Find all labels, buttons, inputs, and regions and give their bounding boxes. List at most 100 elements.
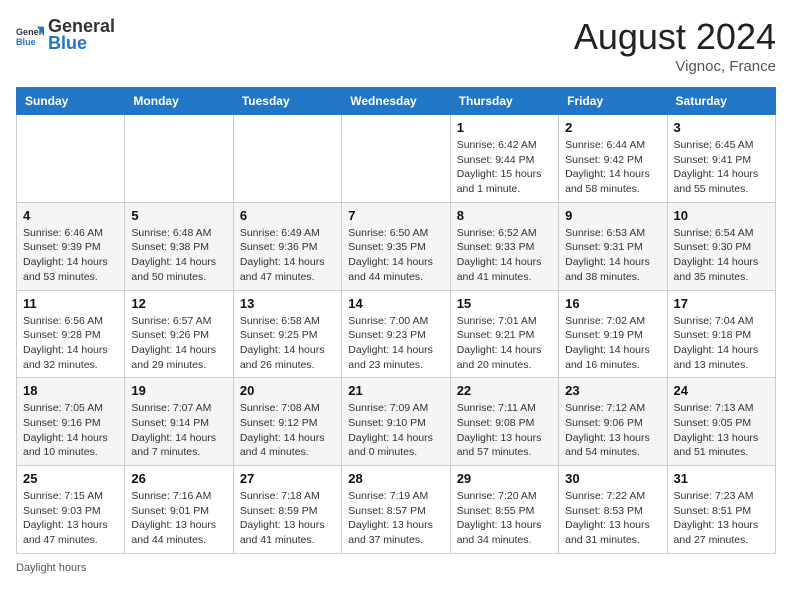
day-info: Sunrise: 6:50 AM Sunset: 9:35 PM Dayligh… bbox=[348, 226, 443, 285]
day-info: Sunrise: 6:53 AM Sunset: 9:31 PM Dayligh… bbox=[565, 226, 660, 285]
day-cell: 11Sunrise: 6:56 AM Sunset: 9:28 PM Dayli… bbox=[17, 290, 125, 378]
daylight-label: Daylight hours bbox=[16, 562, 86, 574]
day-cell: 29Sunrise: 7:20 AM Sunset: 8:55 PM Dayli… bbox=[450, 466, 558, 554]
day-info: Sunrise: 7:13 AM Sunset: 9:05 PM Dayligh… bbox=[674, 401, 769, 460]
day-cell bbox=[342, 115, 450, 203]
month-title: August 2024 bbox=[574, 16, 776, 58]
day-number: 16 bbox=[565, 296, 660, 311]
day-info: Sunrise: 7:19 AM Sunset: 8:57 PM Dayligh… bbox=[348, 489, 443, 548]
day-info: Sunrise: 7:15 AM Sunset: 9:03 PM Dayligh… bbox=[23, 489, 118, 548]
weekday-header-tuesday: Tuesday bbox=[233, 88, 341, 115]
footer: Daylight hours bbox=[16, 562, 776, 574]
day-info: Sunrise: 6:48 AM Sunset: 9:38 PM Dayligh… bbox=[131, 226, 226, 285]
day-number: 21 bbox=[348, 383, 443, 398]
week-row-1: 1 Sunrise: 6:42 AM Sunset: 9:44 PM Daylig… bbox=[17, 115, 776, 203]
day-cell: 27Sunrise: 7:18 AM Sunset: 8:59 PM Dayli… bbox=[233, 466, 341, 554]
day-number: 6 bbox=[240, 208, 335, 223]
day-info: Sunrise: 6:58 AM Sunset: 9:25 PM Dayligh… bbox=[240, 314, 335, 373]
day-info: Sunrise: 7:11 AM Sunset: 9:08 PM Dayligh… bbox=[457, 401, 552, 460]
day-cell: 10 Sunrise: 6:54 AM Sunset: 9:30 PM Dayli… bbox=[667, 202, 775, 290]
day-info: Sunrise: 7:02 AM Sunset: 9:19 PM Dayligh… bbox=[565, 314, 660, 373]
day-info: Sunrise: 6:54 AM Sunset: 9:30 PM Dayligh… bbox=[674, 226, 769, 285]
day-number: 17 bbox=[674, 296, 769, 311]
day-number: 3 bbox=[674, 120, 769, 135]
day-number: 18 bbox=[23, 383, 118, 398]
day-number: 8 bbox=[457, 208, 552, 223]
day-info: Sunrise: 7:23 AM Sunset: 8:51 PM Dayligh… bbox=[674, 489, 769, 548]
day-info: Sunrise: 7:07 AM Sunset: 9:14 PM Dayligh… bbox=[131, 401, 226, 460]
day-cell: 26 Sunrise: 7:16 AM Sunset: 9:01 PM Dayli… bbox=[125, 466, 233, 554]
day-number: 5 bbox=[131, 208, 226, 223]
weekday-header-saturday: Saturday bbox=[667, 88, 775, 115]
day-info: Sunrise: 6:45 AM Sunset: 9:41 PM Dayligh… bbox=[674, 138, 769, 197]
day-info: Sunrise: 6:52 AM Sunset: 9:33 PM Dayligh… bbox=[457, 226, 552, 285]
day-info: Sunrise: 6:56 AM Sunset: 9:28 PM Dayligh… bbox=[23, 314, 118, 373]
day-info: Sunrise: 6:46 AM Sunset: 9:39 PM Dayligh… bbox=[23, 226, 118, 285]
day-number: 10 bbox=[674, 208, 769, 223]
day-info: Sunrise: 7:16 AM Sunset: 9:01 PM Dayligh… bbox=[131, 489, 226, 548]
day-cell: 17 Sunrise: 7:04 AM Sunset: 9:18 PM Dayli… bbox=[667, 290, 775, 378]
day-number: 9 bbox=[565, 208, 660, 223]
week-row-5: 25 Sunrise: 7:15 AM Sunset: 9:03 PM Dayli… bbox=[17, 466, 776, 554]
day-info: Sunrise: 7:20 AM Sunset: 8:55 PM Dayligh… bbox=[457, 489, 552, 548]
weekday-header-thursday: Thursday bbox=[450, 88, 558, 115]
weekday-header-wednesday: Wednesday bbox=[342, 88, 450, 115]
day-cell: 13 Sunrise: 6:58 AM Sunset: 9:25 PM Dayli… bbox=[233, 290, 341, 378]
day-cell: 31Sunrise: 7:23 AM Sunset: 8:51 PM Dayli… bbox=[667, 466, 775, 554]
day-cell: 6 Sunrise: 6:49 AM Sunset: 9:36 PM Daylig… bbox=[233, 202, 341, 290]
day-number: 20 bbox=[240, 383, 335, 398]
day-number: 4 bbox=[23, 208, 118, 223]
day-cell: 19 Sunrise: 7:07 AM Sunset: 9:14 PM Dayli… bbox=[125, 378, 233, 466]
day-number: 1 bbox=[457, 120, 552, 135]
day-cell bbox=[17, 115, 125, 203]
day-number: 19 bbox=[131, 383, 226, 398]
day-number: 7 bbox=[348, 208, 443, 223]
week-row-2: 4 Sunrise: 6:46 AM Sunset: 9:39 PM Daylig… bbox=[17, 202, 776, 290]
logo: General Blue General Blue bbox=[16, 16, 115, 54]
title-block: August 2024 Vignoc, France bbox=[574, 16, 776, 75]
day-number: 2 bbox=[565, 120, 660, 135]
day-cell: 9 Sunrise: 6:53 AM Sunset: 9:31 PM Daylig… bbox=[559, 202, 667, 290]
day-number: 26 bbox=[131, 471, 226, 486]
day-cell: 24 Sunrise: 7:13 AM Sunset: 9:05 PM Dayli… bbox=[667, 378, 775, 466]
location: Vignoc, France bbox=[574, 58, 776, 75]
day-cell: 2Sunrise: 6:44 AM Sunset: 9:42 PM Daylig… bbox=[559, 115, 667, 203]
day-cell: 4 Sunrise: 6:46 AM Sunset: 9:39 PM Daylig… bbox=[17, 202, 125, 290]
calendar-table: SundayMondayTuesdayWednesdayThursdayFrid… bbox=[16, 87, 776, 554]
page-header: General Blue General Blue August 2024 Vi… bbox=[16, 16, 776, 75]
weekday-header-row: SundayMondayTuesdayWednesdayThursdayFrid… bbox=[17, 88, 776, 115]
calendar-header: SundayMondayTuesdayWednesdayThursdayFrid… bbox=[17, 88, 776, 115]
day-cell: 8 Sunrise: 6:52 AM Sunset: 9:33 PM Daylig… bbox=[450, 202, 558, 290]
day-number: 28 bbox=[348, 471, 443, 486]
day-number: 30 bbox=[565, 471, 660, 486]
day-cell: 1 Sunrise: 6:42 AM Sunset: 9:44 PM Daylig… bbox=[450, 115, 558, 203]
logo-icon: General Blue bbox=[16, 21, 44, 49]
day-number: 13 bbox=[240, 296, 335, 311]
day-info: Sunrise: 7:05 AM Sunset: 9:16 PM Dayligh… bbox=[23, 401, 118, 460]
weekday-header-sunday: Sunday bbox=[17, 88, 125, 115]
day-cell: 25 Sunrise: 7:15 AM Sunset: 9:03 PM Dayli… bbox=[17, 466, 125, 554]
day-info: Sunrise: 7:00 AM Sunset: 9:23 PM Dayligh… bbox=[348, 314, 443, 373]
day-cell: 7 Sunrise: 6:50 AM Sunset: 9:35 PM Daylig… bbox=[342, 202, 450, 290]
day-cell: 12Sunrise: 6:57 AM Sunset: 9:26 PM Dayli… bbox=[125, 290, 233, 378]
day-cell bbox=[233, 115, 341, 203]
day-info: Sunrise: 7:09 AM Sunset: 9:10 PM Dayligh… bbox=[348, 401, 443, 460]
day-cell bbox=[125, 115, 233, 203]
day-info: Sunrise: 7:12 AM Sunset: 9:06 PM Dayligh… bbox=[565, 401, 660, 460]
day-cell: 5 Sunrise: 6:48 AM Sunset: 9:38 PM Daylig… bbox=[125, 202, 233, 290]
day-info: Sunrise: 7:04 AM Sunset: 9:18 PM Dayligh… bbox=[674, 314, 769, 373]
day-cell: 18 Sunrise: 7:05 AM Sunset: 9:16 PM Dayli… bbox=[17, 378, 125, 466]
weekday-header-monday: Monday bbox=[125, 88, 233, 115]
day-number: 24 bbox=[674, 383, 769, 398]
day-number: 15 bbox=[457, 296, 552, 311]
day-info: Sunrise: 7:22 AM Sunset: 8:53 PM Dayligh… bbox=[565, 489, 660, 548]
day-info: Sunrise: 6:49 AM Sunset: 9:36 PM Dayligh… bbox=[240, 226, 335, 285]
day-number: 12 bbox=[131, 296, 226, 311]
day-number: 14 bbox=[348, 296, 443, 311]
week-row-4: 18 Sunrise: 7:05 AM Sunset: 9:16 PM Dayli… bbox=[17, 378, 776, 466]
day-cell: 15Sunrise: 7:01 AM Sunset: 9:21 PM Dayli… bbox=[450, 290, 558, 378]
week-row-3: 11Sunrise: 6:56 AM Sunset: 9:28 PM Dayli… bbox=[17, 290, 776, 378]
day-number: 27 bbox=[240, 471, 335, 486]
day-number: 25 bbox=[23, 471, 118, 486]
day-info: Sunrise: 6:42 AM Sunset: 9:44 PM Dayligh… bbox=[457, 138, 552, 197]
